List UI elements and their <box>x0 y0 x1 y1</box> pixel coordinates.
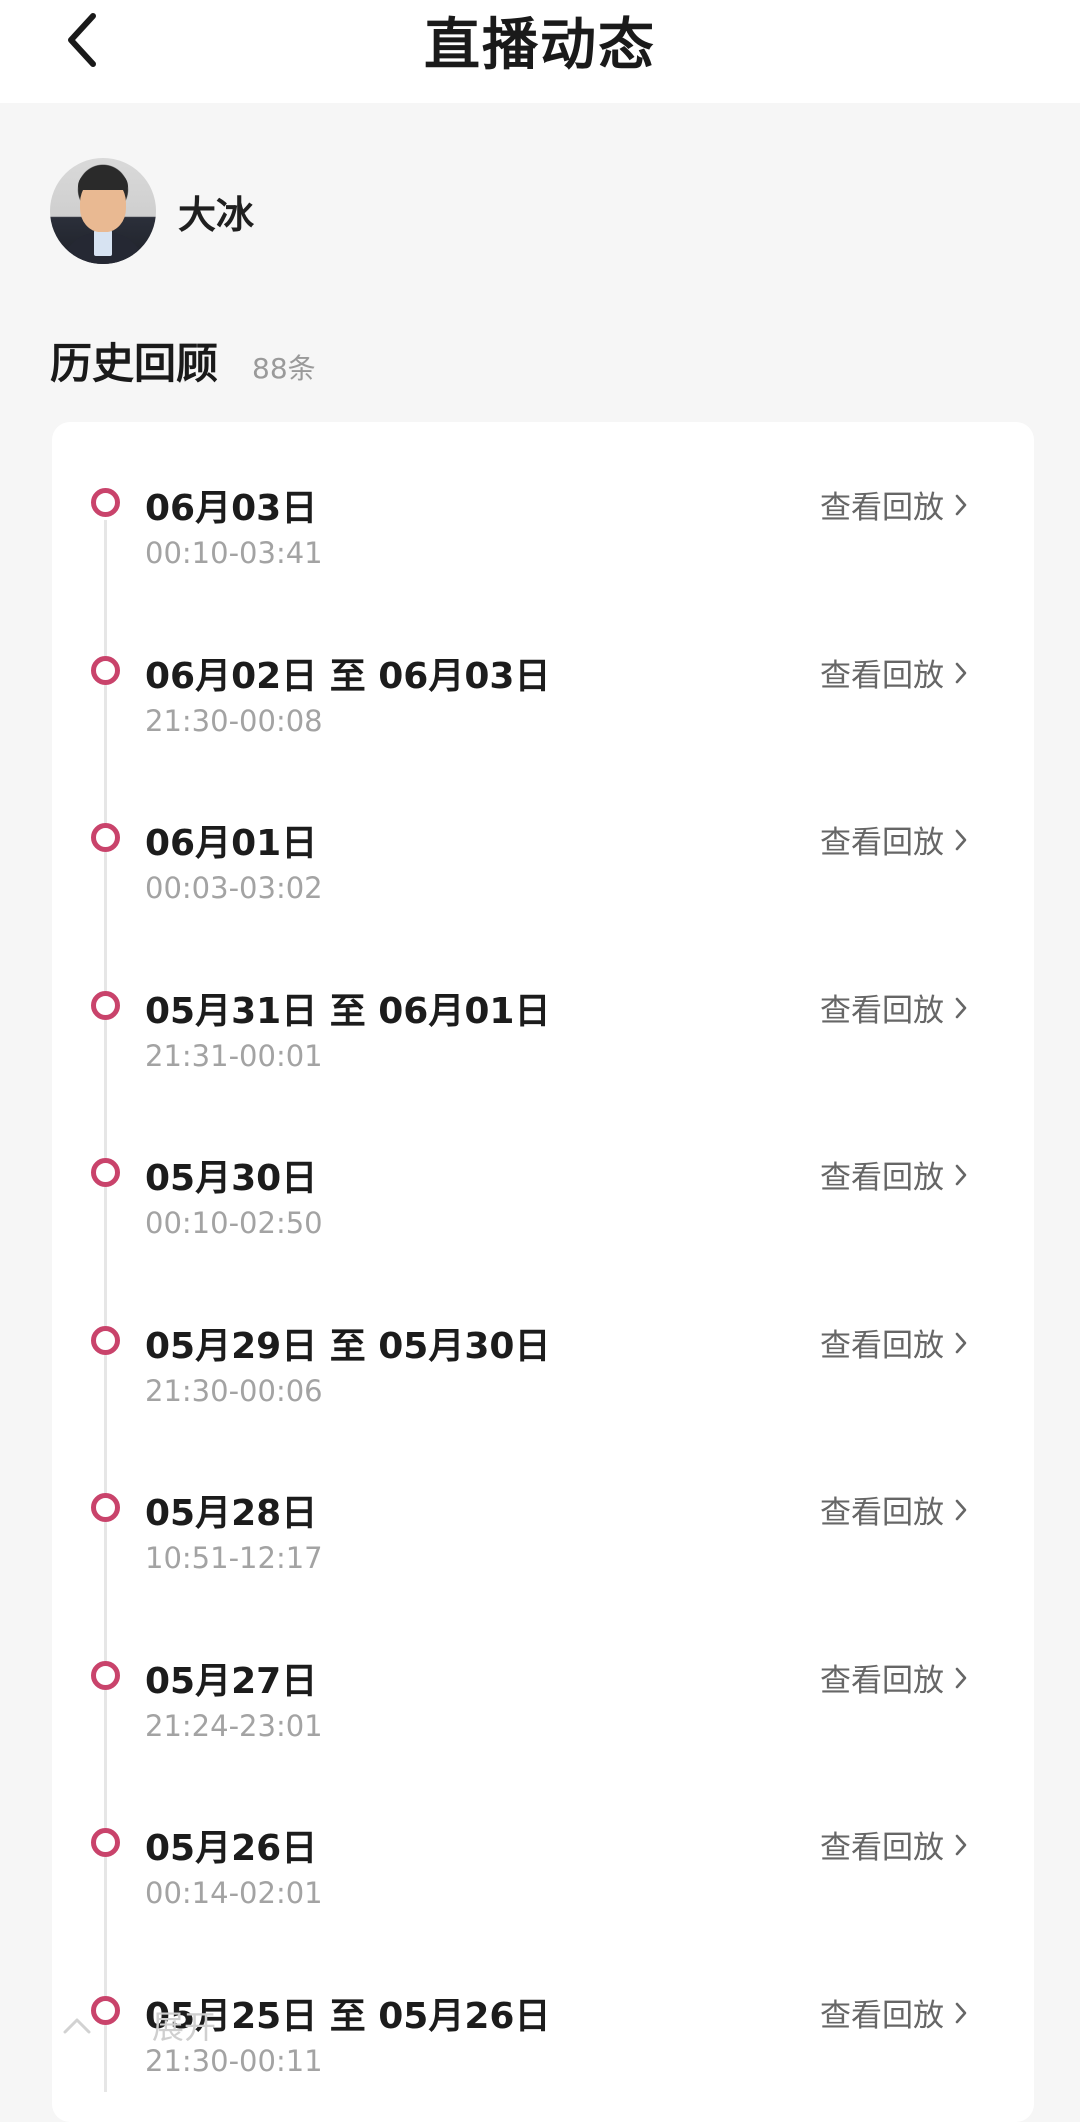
session-date: 05月26日 <box>145 1828 318 1869</box>
avatar[interactable] <box>50 158 156 264</box>
timeline-dot <box>91 1661 120 1690</box>
session-time: 00:10-02:50 <box>145 1206 323 1240</box>
timeline-dot <box>91 488 120 517</box>
session-time: 21:24-23:01 <box>145 1709 323 1743</box>
streamer-profile[interactable]: 大冰 <box>50 158 254 264</box>
session-date: 05月30日 <box>145 1158 318 1199</box>
session-date: 06月03日 <box>145 488 318 529</box>
view-replay-label: 查看回放 <box>820 1495 944 1531</box>
history-count: 88条 <box>252 352 316 385</box>
page-title: 直播动态 <box>424 12 656 78</box>
session-time: 00:03-03:02 <box>145 871 323 905</box>
timeline-dot <box>91 1326 120 1355</box>
timeline-dot <box>91 1158 120 1187</box>
chevron-right-icon <box>955 494 967 515</box>
session-date: 06月02日 至 06月03日 <box>145 656 551 697</box>
session-date: 06月01日 <box>145 823 318 864</box>
session-time: 10:51-12:17 <box>145 1541 323 1575</box>
session-time: 21:30-00:06 <box>145 1374 323 1408</box>
view-replay-label: 查看回放 <box>820 993 944 1029</box>
chevron-right-icon <box>955 2002 967 2023</box>
view-replay-button[interactable]: 查看回放 <box>820 482 968 527</box>
expand-button[interactable]: 展开 <box>62 2002 216 2048</box>
view-replay-label: 查看回放 <box>820 1663 944 1699</box>
view-replay-label: 查看回放 <box>820 825 944 861</box>
session-time: 21:30-00:11 <box>145 2044 323 2078</box>
history-title: 历史回顾 <box>50 339 219 388</box>
chevron-right-icon <box>955 1834 967 1855</box>
view-replay-label: 查看回放 <box>820 1328 944 1364</box>
view-replay-button[interactable]: 查看回放 <box>820 1152 968 1197</box>
view-replay-button[interactable]: 查看回放 <box>820 1822 968 1867</box>
view-replay-label: 查看回放 <box>820 1160 944 1196</box>
view-replay-button[interactable]: 查看回放 <box>820 1990 968 2035</box>
view-replay-label: 查看回放 <box>820 658 944 694</box>
chevron-right-icon <box>955 997 967 1018</box>
session-date: 05月27日 <box>145 1661 318 1702</box>
chevron-right-icon <box>955 1667 967 1688</box>
session-date: 05月28日 <box>145 1493 318 1534</box>
view-replay-button[interactable]: 查看回放 <box>820 1320 968 1365</box>
timeline-dot <box>91 823 120 852</box>
chevron-right-icon <box>955 662 967 683</box>
timeline-dot <box>91 656 120 685</box>
top-bar: 直播动态 <box>0 0 1080 103</box>
session-time: 21:31-00:01 <box>145 1039 323 1073</box>
expand-label: 展开 <box>152 2008 217 2046</box>
session-time: 00:14-02:01 <box>145 1876 323 1910</box>
chevron-right-icon <box>955 1164 967 1185</box>
timeline-dot <box>91 991 120 1020</box>
view-replay-label: 查看回放 <box>820 490 944 526</box>
session-date: 05月31日 至 06月01日 <box>145 991 551 1032</box>
session-time: 00:10-03:41 <box>145 536 323 570</box>
view-replay-button[interactable]: 查看回放 <box>820 650 968 695</box>
chevron-right-icon <box>955 829 967 850</box>
view-replay-label: 查看回放 <box>820 1830 944 1866</box>
chevron-right-icon <box>955 1499 967 1520</box>
session-date: 05月29日 至 05月30日 <box>145 1326 551 1367</box>
view-replay-button[interactable]: 查看回放 <box>820 817 968 862</box>
streamer-name: 大冰 <box>178 192 255 237</box>
history-header: 历史回顾 88条 <box>50 330 316 391</box>
view-replay-button[interactable]: 查看回放 <box>820 1487 968 1532</box>
timeline-dot <box>91 1493 120 1522</box>
timeline-dot <box>91 1828 120 1857</box>
view-replay-button[interactable]: 查看回放 <box>820 1655 968 1700</box>
session-time: 21:30-00:08 <box>145 704 323 738</box>
view-replay-button[interactable]: 查看回放 <box>820 985 968 1030</box>
view-replay-label: 查看回放 <box>820 1998 944 2034</box>
chevron-right-icon <box>955 1332 967 1353</box>
chevron-up-icon <box>63 2018 91 2034</box>
